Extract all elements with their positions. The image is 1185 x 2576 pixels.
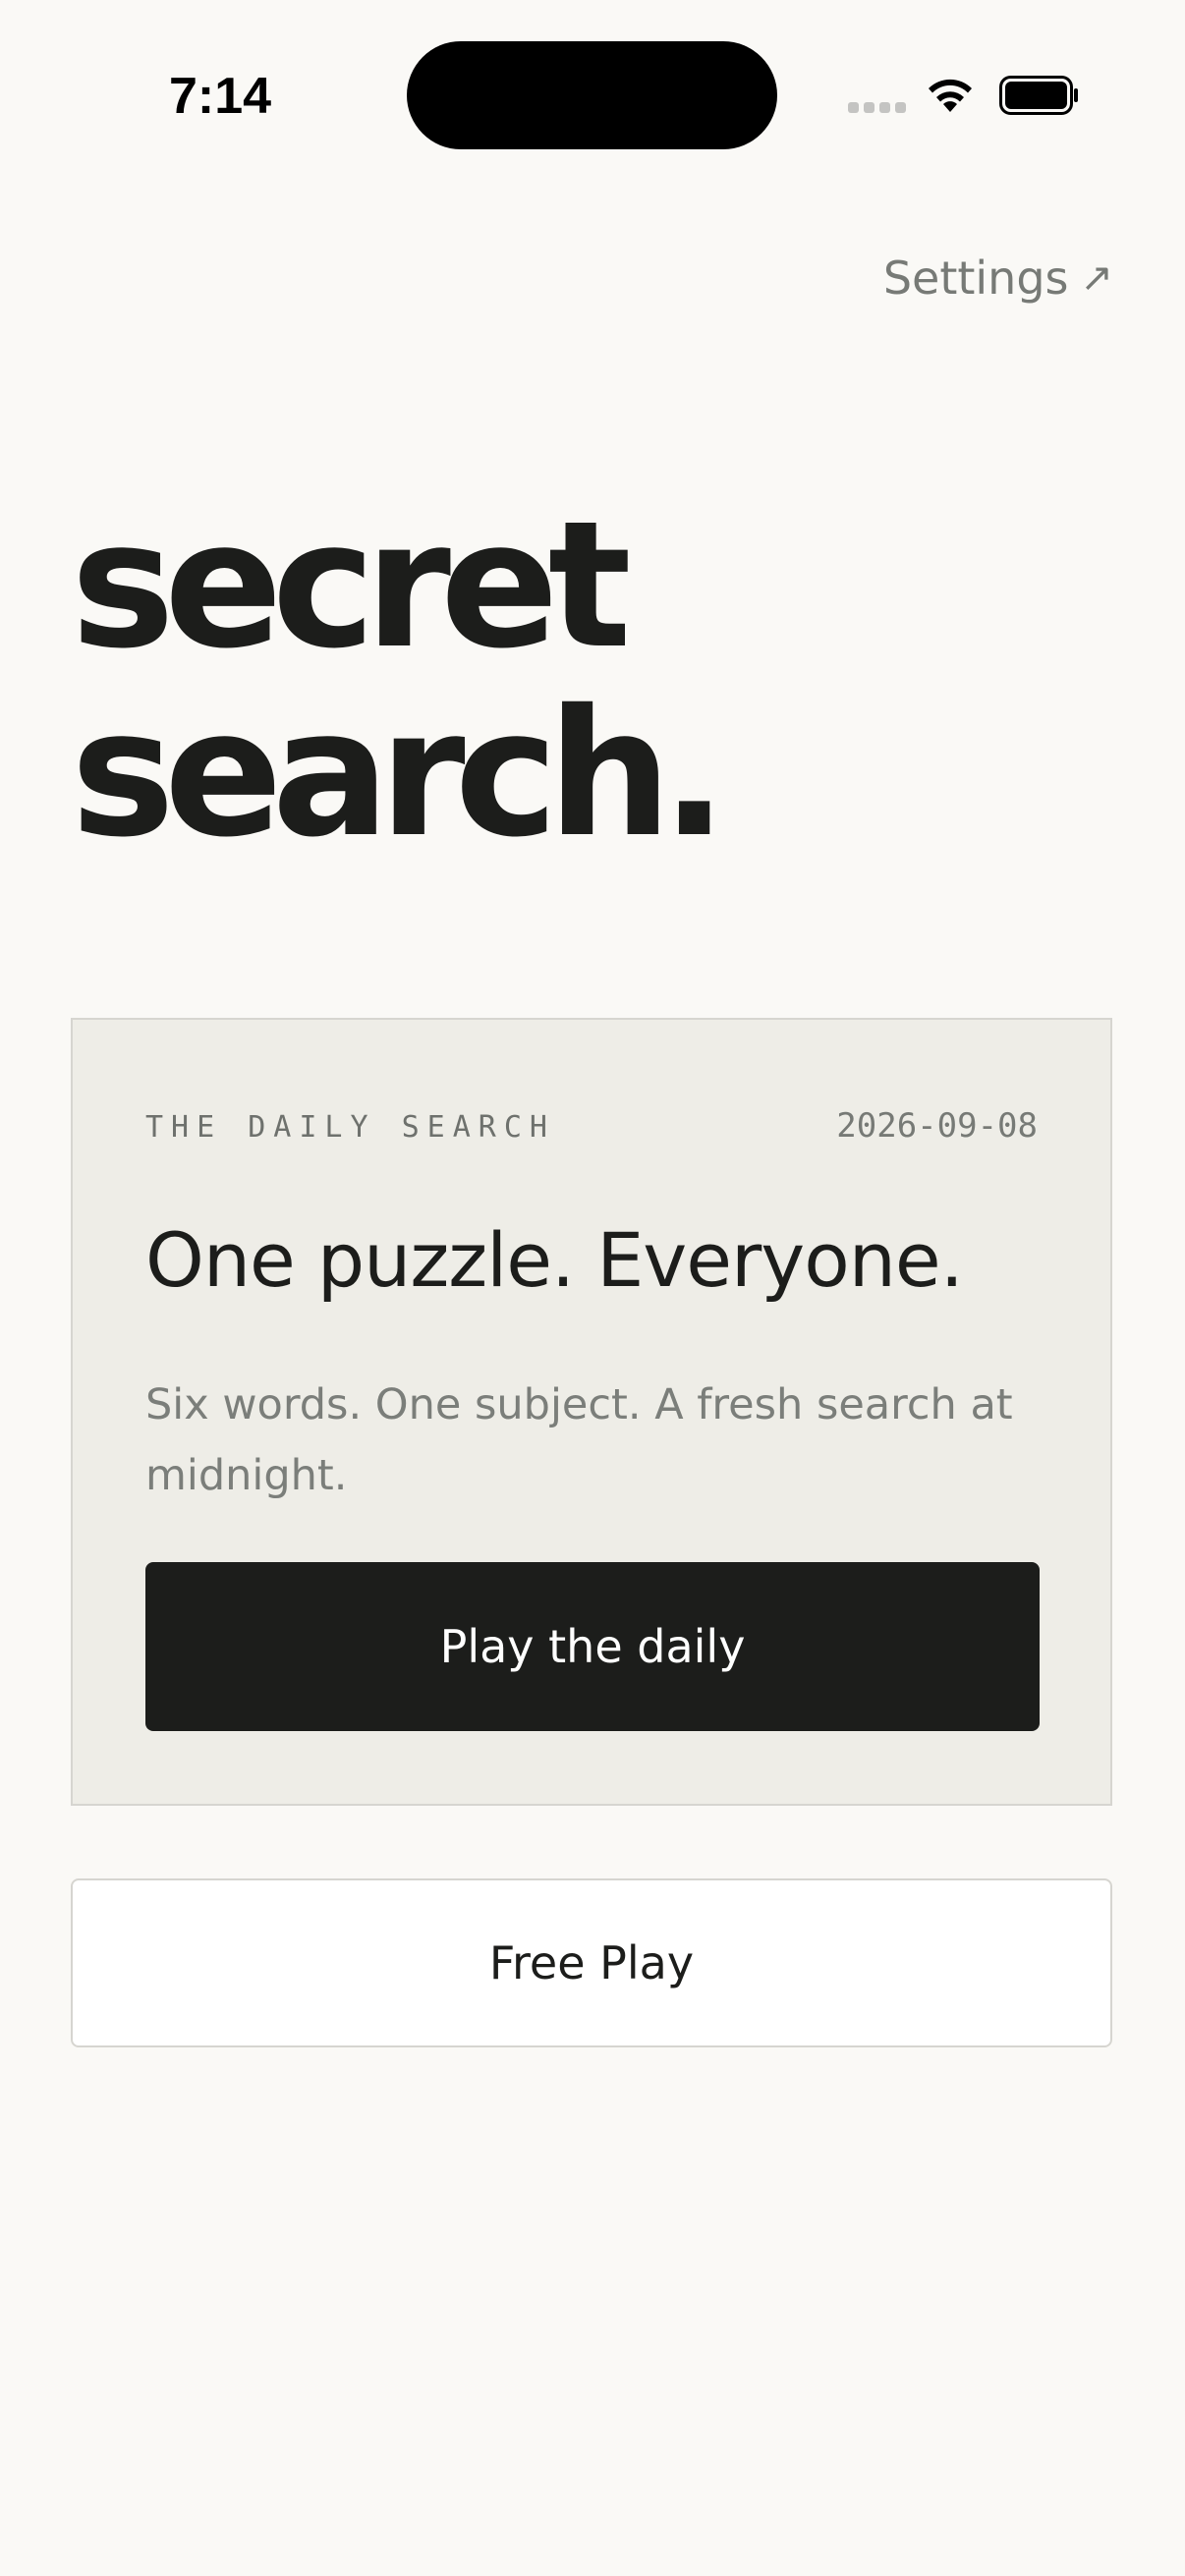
card-date: 2026-09-08 <box>836 1106 1038 1146</box>
cellular-signal-icon <box>848 102 907 116</box>
status-time: 7:14 <box>169 68 272 125</box>
play-daily-button[interactable]: Play the daily <box>145 1562 1040 1731</box>
app-title-line-1: secret <box>71 483 632 687</box>
battery-icon <box>999 76 1078 115</box>
wifi-icon <box>929 79 972 112</box>
card-description: Six words. One subject. A fresh search a… <box>145 1380 1013 1500</box>
arrow-up-right-icon: ↗ <box>1080 255 1113 301</box>
card-eyebrow: THE DAILY SEARCH <box>145 1110 555 1145</box>
dynamic-island <box>407 41 777 149</box>
status-bar: 7:14 <box>0 0 1185 187</box>
settings-link[interactable]: Settings ↗ <box>883 252 1113 305</box>
free-play-button[interactable]: Free Play <box>71 1878 1112 2047</box>
app-title: secret search. <box>71 491 727 868</box>
daily-search-card: THE DAILY SEARCH 2026-09-08 One puzzle. … <box>71 1018 1112 1806</box>
card-heading: One puzzle. Everyone. <box>145 1216 964 1304</box>
settings-label: Settings <box>882 252 1069 305</box>
app-title-line-2: search. <box>71 672 727 875</box>
